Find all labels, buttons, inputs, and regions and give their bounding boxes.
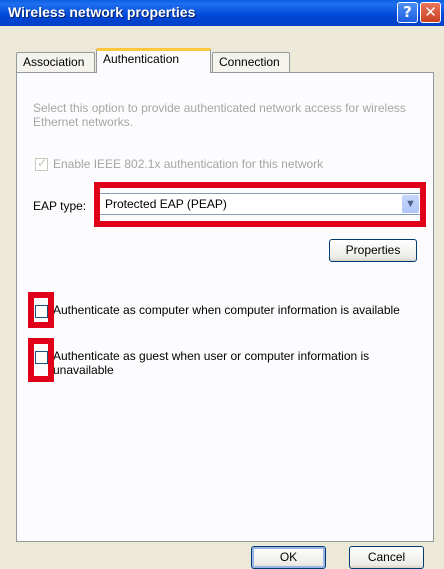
eap-type-label: EAP type: <box>33 199 87 213</box>
help-icon[interactable]: ? <box>397 2 418 23</box>
enable-8021x-label: Enable IEEE 802.1x authentication for th… <box>53 157 324 171</box>
cancel-button[interactable]: Cancel <box>349 546 424 569</box>
title-bar: Wireless network properties ? ✕ <box>0 0 444 26</box>
auth-guest-label: Authenticate as guest when user or compu… <box>53 349 370 377</box>
properties-button[interactable]: Properties <box>329 239 417 262</box>
tab-association[interactable]: Association <box>16 52 95 72</box>
auth-computer-label: Authenticate as computer when computer i… <box>53 303 400 317</box>
ok-button[interactable]: OK <box>251 546 326 569</box>
checkmark-icon: ✓ <box>37 156 48 170</box>
highlight-auth-computer <box>28 292 54 328</box>
highlight-auth-guest <box>28 338 54 382</box>
enable-8021x-checkbox[interactable]: ✓ <box>35 156 48 171</box>
close-icon[interactable]: ✕ <box>420 2 441 23</box>
tab-authentication[interactable]: Authentication <box>96 48 211 73</box>
authentication-panel: Select this option to provide authentica… <box>16 72 434 542</box>
description-text: Select this option to provide authentica… <box>33 101 406 129</box>
window-title: Wireless network properties <box>8 4 196 20</box>
highlight-eap-type <box>94 182 426 227</box>
tab-connection[interactable]: Connection <box>212 52 290 72</box>
